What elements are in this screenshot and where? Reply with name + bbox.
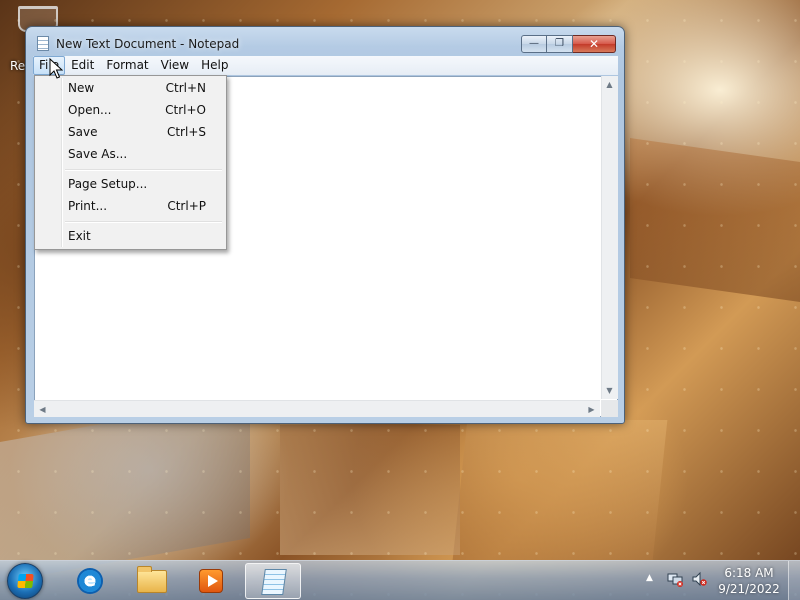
maximize-button[interactable]: ❐	[547, 35, 573, 53]
menu-item-shortcut: Ctrl+S	[166, 125, 206, 139]
file-menu-item-print[interactable]: Print... Ctrl+P	[37, 195, 224, 217]
menu-item-label: Print...	[68, 199, 108, 213]
menu-item-shortcut: Ctrl+O	[165, 103, 206, 117]
taskbar-button-notepad[interactable]	[245, 563, 301, 599]
menu-item-shortcut: Ctrl+P	[167, 199, 206, 213]
menu-item-label: Exit	[68, 229, 91, 243]
file-menu-item-page-setup[interactable]: Page Setup...	[37, 173, 224, 195]
file-menu-item-new[interactable]: New Ctrl+N	[37, 77, 224, 99]
menu-item-label: Save As...	[68, 147, 128, 161]
menu-item-label: Open...	[68, 103, 112, 117]
notepad-icon	[261, 569, 287, 595]
menu-item-label: Page Setup...	[68, 177, 148, 191]
taskbar-button-internet-explorer[interactable]: e	[62, 563, 118, 599]
file-menu-item-save-as[interactable]: Save As...	[37, 143, 224, 165]
menu-item-label: Save	[68, 125, 98, 139]
clock-time: 6:18 AM	[724, 566, 774, 580]
menu-separator	[65, 169, 222, 171]
menu-item-shortcut: Ctrl+N	[165, 81, 206, 95]
network-icon[interactable]	[667, 571, 683, 587]
media-player-icon	[199, 569, 223, 593]
menu-separator	[65, 221, 222, 223]
close-button[interactable]: ✕	[573, 35, 616, 53]
minimize-button[interactable]: —	[521, 35, 547, 53]
windows-logo-icon	[17, 574, 34, 588]
file-menu-item-exit[interactable]: Exit	[37, 225, 224, 247]
menu-item-label: New	[68, 81, 95, 95]
show-desktop-button[interactable]	[788, 561, 800, 600]
volume-muted-icon[interactable]	[691, 571, 707, 587]
internet-explorer-icon: e	[77, 568, 103, 594]
windows-explorer-icon	[137, 566, 167, 593]
notepad-app-icon[interactable]	[37, 36, 49, 51]
file-menu-dropdown: New Ctrl+N Open... Ctrl+O Save Ctrl+S Sa…	[34, 75, 227, 250]
file-menu-item-save[interactable]: Save Ctrl+S	[37, 121, 224, 143]
mouse-cursor-icon	[49, 58, 63, 79]
taskbar-button-windows-explorer[interactable]	[123, 563, 179, 599]
menu-edit[interactable]: Edit	[65, 56, 100, 75]
window-title: New Text Document - Notepad	[56, 37, 240, 51]
taskbar-button-media-player[interactable]	[183, 563, 239, 599]
caption-buttons: — ❐ ✕	[521, 35, 616, 53]
menu-view[interactable]: View	[155, 56, 195, 75]
menu-help[interactable]: Help	[195, 56, 234, 75]
menu-bar: File Edit Format View Help	[33, 56, 618, 75]
system-clock[interactable]: 6:18 AM 9/21/2022	[715, 565, 783, 597]
clock-date: 9/21/2022	[718, 582, 780, 596]
title-bar[interactable]: New Text Document - Notepad — ❐ ✕	[26, 27, 624, 57]
file-menu-item-open[interactable]: Open... Ctrl+O	[37, 99, 224, 121]
menu-format[interactable]: Format	[100, 56, 154, 75]
start-button[interactable]	[7, 563, 43, 599]
show-hidden-icons-button[interactable]: ▲	[646, 573, 653, 583]
